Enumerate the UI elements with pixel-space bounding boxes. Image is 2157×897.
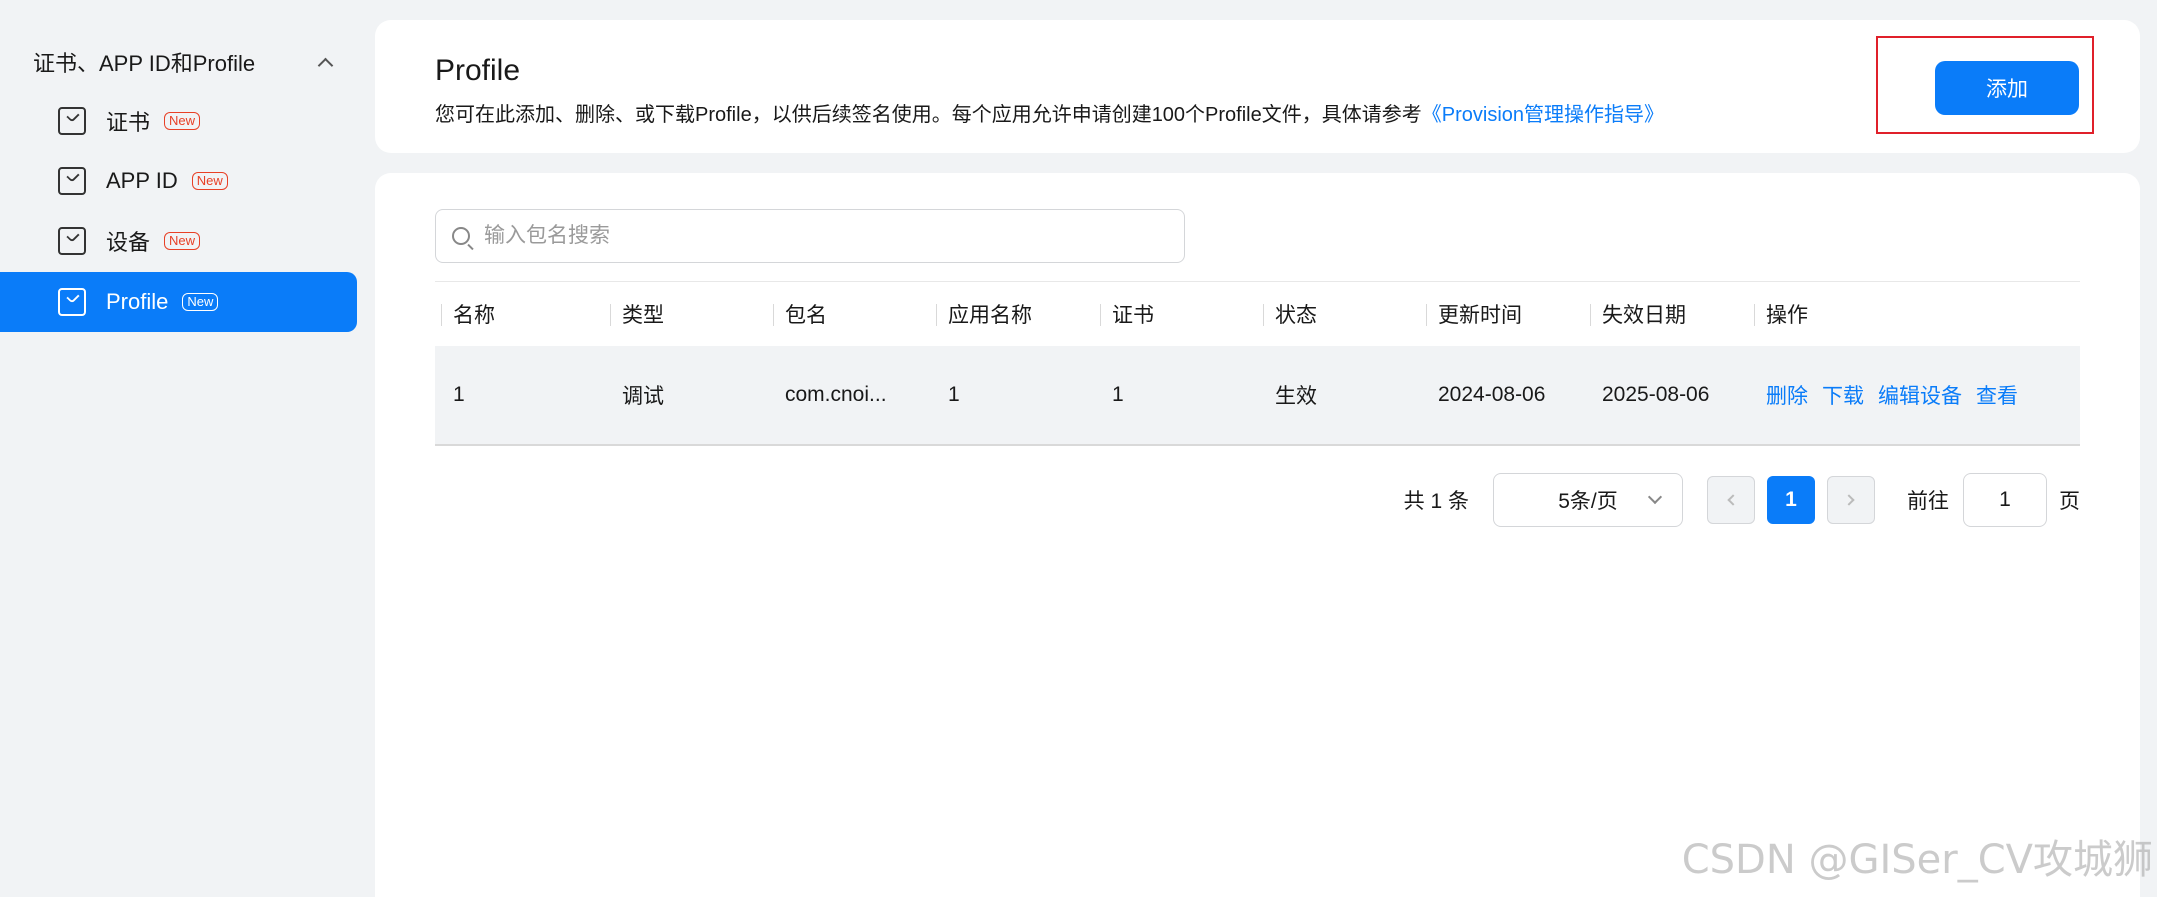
sidebar-item-profile[interactable]: Profile New <box>0 272 357 332</box>
page-number-current[interactable]: 1 <box>1767 476 1815 524</box>
column-header-app-name: 应用名称 <box>930 282 1094 346</box>
page-unit-label: 页 <box>2059 490 2080 513</box>
pagination: 共 1 条 5条/页 1 前往 页 <box>1404 473 2080 527</box>
provision-guide-link[interactable]: 《Provision管理操作指导》 <box>1422 104 1664 126</box>
chevron-up-icon[interactable] <box>317 54 333 70</box>
page-size-value: 5条/页 <box>1558 490 1618 513</box>
cell-name: 1 <box>453 383 465 406</box>
search-icon <box>452 227 470 245</box>
column-header-package: 包名 <box>767 282 930 346</box>
column-header-name: 名称 <box>435 282 604 346</box>
add-button[interactable]: 添加 <box>1935 61 2079 115</box>
chevron-right-icon <box>1843 494 1855 506</box>
cell-package: com.cnoi... <box>785 383 887 406</box>
main-card: 名称 类型 包名 应用名称 证书 状态 更新时间 失效日期 操作 1 调试 co… <box>375 173 2140 897</box>
new-badge: New <box>182 293 219 311</box>
description-text: 您可在此添加、删除、或下载Profile，以供后续签名使用。每个应用允许申请创建… <box>435 104 1422 126</box>
cell-expires: 2025-08-06 <box>1602 383 1710 406</box>
sidebar-item-device[interactable]: 设备 New <box>0 211 357 271</box>
sidebar: 证书、APP ID和Profile 证书 New APP ID New 设备 N… <box>0 0 370 897</box>
download-link[interactable]: 下载 <box>1822 385 1864 408</box>
page-title: Profile <box>435 54 521 87</box>
view-link[interactable]: 查看 <box>1976 385 2018 408</box>
header-card: Profile 您可在此添加、删除、或下载Profile，以供后续签名使用。每个… <box>375 20 2140 153</box>
total-count: 共 1 条 <box>1403 490 1469 513</box>
column-header-updated: 更新时间 <box>1420 282 1584 346</box>
cell-actions: 删除 下载 编辑设备 查看 <box>1748 380 2040 410</box>
chevron-left-icon <box>1727 494 1739 506</box>
search-box[interactable] <box>435 209 1185 263</box>
column-header-actions: 操作 <box>1748 282 2040 346</box>
cell-status: 生效 <box>1275 385 1317 408</box>
watermark: CSDN @GISer_CV攻城狮 <box>1681 837 2153 883</box>
search-input[interactable] <box>484 224 1134 248</box>
cell-updated: 2024-08-06 <box>1438 383 1546 406</box>
cell-certificate: 1 <box>1112 383 1124 406</box>
page-size-select[interactable]: 5条/页 <box>1493 473 1683 527</box>
cell-app-name: 1 <box>948 383 960 406</box>
page-description: 您可在此添加、删除、或下载Profile，以供后续签名使用。每个应用允许申请创建… <box>435 98 1664 127</box>
sidebar-group-label: 证书、APP ID和Profile <box>33 51 256 76</box>
goto-label: 前往 <box>1907 490 1949 513</box>
profile-table: 名称 类型 包名 应用名称 证书 状态 更新时间 失效日期 操作 1 调试 co… <box>435 281 2080 446</box>
delete-link[interactable]: 删除 <box>1766 385 1808 408</box>
bag-icon <box>58 227 86 255</box>
bag-icon <box>58 107 86 135</box>
sidebar-item-label: 设备 <box>106 230 151 255</box>
sidebar-item-label: Profile <box>106 289 169 314</box>
column-header-status: 状态 <box>1257 282 1420 346</box>
table-header: 名称 类型 包名 应用名称 证书 状态 更新时间 失效日期 操作 <box>435 282 2080 346</box>
new-badge: New <box>164 112 201 130</box>
prev-page-button[interactable] <box>1707 476 1755 524</box>
new-badge: New <box>191 172 228 190</box>
new-badge: New <box>164 232 201 250</box>
table-row: 1 调试 com.cnoi... 1 1 生效 2024-08-06 2025-… <box>435 346 2080 446</box>
edit-devices-link[interactable]: 编辑设备 <box>1878 385 1962 408</box>
column-header-expires: 失效日期 <box>1584 282 1748 346</box>
column-header-certificate: 证书 <box>1094 282 1257 346</box>
goto-page-input[interactable] <box>1963 473 2047 527</box>
sidebar-item-certificate[interactable]: 证书 New <box>0 91 357 151</box>
sidebar-item-label: APP ID <box>106 168 178 193</box>
next-page-button[interactable] <box>1827 476 1875 524</box>
sidebar-item-label: 证书 <box>106 110 151 135</box>
bag-icon <box>58 167 86 195</box>
column-header-type: 类型 <box>604 282 767 346</box>
sidebar-item-app-id[interactable]: APP ID New <box>0 151 357 211</box>
chevron-down-icon <box>1647 489 1663 505</box>
cell-type: 调试 <box>622 385 664 408</box>
bag-icon <box>58 288 86 316</box>
sidebar-group-header[interactable]: 证书、APP ID和Profile <box>33 44 333 80</box>
